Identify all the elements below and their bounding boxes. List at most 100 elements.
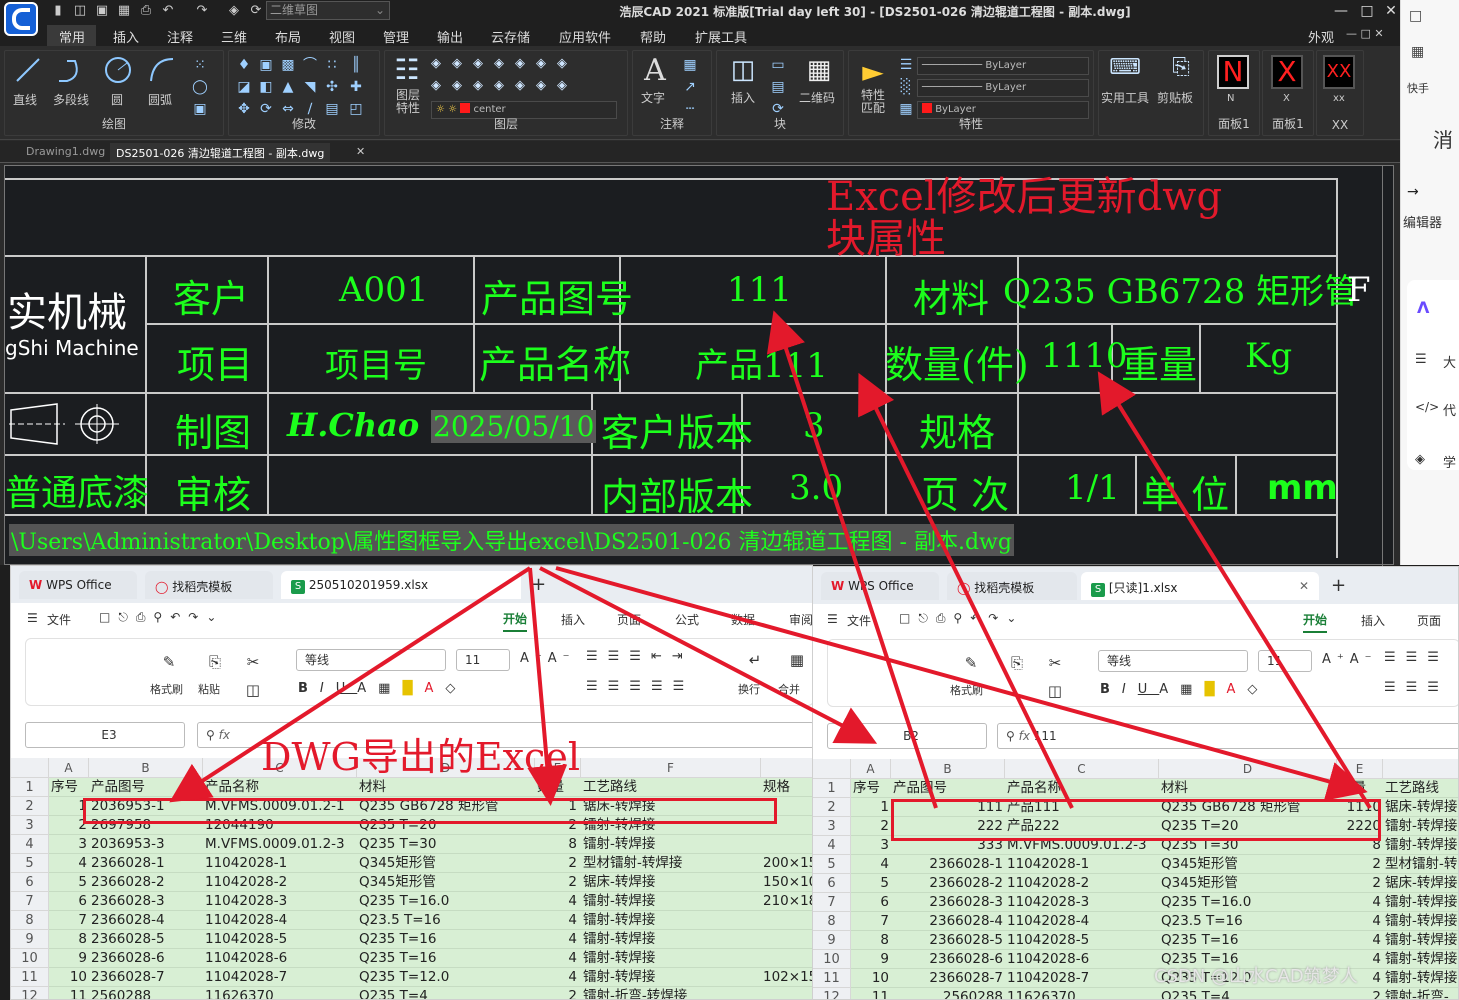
sheet-grid[interactable]: A B C D E 1 序号 产品图号 产品名称 材料 数量 工艺路线 2 1 111 产品111 Q…: [813, 759, 1458, 999]
table-cell[interactable]: M.VFMS.0009.01.2-3: [205, 835, 355, 854]
clipboard-icon[interactable]: ⎘: [1163, 55, 1199, 80]
menu-insert[interactable]: 插入: [113, 27, 139, 46]
menu-review[interactable]: 审阅: [789, 611, 812, 628]
grid-icon[interactable]: ▦: [1411, 44, 1424, 60]
row-header[interactable]: 3: [813, 817, 851, 836]
text-style-icons[interactable]: BIUA▦█A◇: [1100, 682, 1269, 697]
merge-icon[interactable]: ▦: [788, 651, 806, 669]
cut-icon[interactable]: ✂: [244, 653, 262, 671]
tab-wps-office[interactable]: W WPS Office: [821, 572, 939, 600]
table-cell[interactable]: 11042028-2: [1007, 874, 1157, 893]
table-cell[interactable]: 11: [51, 987, 87, 999]
size-select[interactable]: 11: [1258, 650, 1312, 672]
table-cell[interactable]: 型材镭射-转: [1385, 855, 1458, 874]
col-header-a[interactable]: A: [851, 759, 891, 779]
table-cell[interactable]: 镭射-转焊接: [583, 930, 759, 949]
table-cell[interactable]: 镭射-转焊接: [583, 911, 759, 930]
table-cell[interactable]: Q345矩形管: [1161, 855, 1335, 874]
table-cell[interactable]: 8: [537, 835, 577, 854]
linetype-select[interactable]: ────────── ByLayer: [917, 79, 1089, 97]
tab-xlsx-active[interactable]: S [只读]1.xlsx ✕: [1081, 572, 1319, 600]
row-header[interactable]: 4: [11, 835, 49, 854]
table-cell[interactable]: 2366028-6: [91, 949, 203, 968]
table-cell[interactable]: 6: [853, 893, 889, 912]
mirror-icon[interactable]: ▩: [279, 57, 297, 73]
ai-logo-icon[interactable]: Λ: [1417, 298, 1429, 317]
side-item-learn[interactable]: 学: [1443, 452, 1456, 471]
workspace-select[interactable]: 二维草图 ⌄: [266, 1, 390, 20]
paste-icon[interactable]: ⎘: [206, 653, 224, 671]
table-cell[interactable]: 11042028-7: [205, 968, 355, 987]
header-cell[interactable]: 规格: [763, 778, 812, 797]
close-tab-icon[interactable]: ✕: [356, 145, 365, 158]
col-header-f[interactable]: F: [581, 758, 761, 778]
table-cell[interactable]: Q345矩形管: [359, 873, 533, 892]
table-cell[interactable]: 2: [537, 873, 577, 892]
table-cell[interactable]: 4: [51, 854, 87, 873]
table-cell[interactable]: 11042028-3: [1007, 893, 1157, 912]
table-cell[interactable]: 3: [853, 836, 889, 855]
table-cell[interactable]: 2366028-3: [893, 893, 1003, 912]
row-header[interactable]: 11: [813, 969, 851, 988]
table-cell[interactable]: 2366028-3: [91, 892, 203, 911]
table-cell[interactable]: 9: [51, 949, 87, 968]
join-icon[interactable]: ║: [347, 57, 365, 73]
table-cell[interactable]: 11042028-4: [205, 911, 355, 930]
table-cell[interactable]: 11042028-3: [205, 892, 355, 911]
table-cell[interactable]: 2366028-5: [91, 930, 203, 949]
table-cell[interactable]: Q345矩形管: [1161, 874, 1335, 893]
row-header[interactable]: 5: [813, 855, 851, 874]
menu-insert[interactable]: 插入: [561, 611, 585, 628]
format-painter-icon[interactable]: ✎: [962, 654, 980, 672]
appearance-menu[interactable]: 外观: [1308, 27, 1334, 46]
table-cell[interactable]: 11042028-7: [1007, 969, 1157, 988]
table-cell[interactable]: 11042028-4: [1007, 912, 1157, 931]
side-item-big[interactable]: 大: [1443, 352, 1456, 371]
refresh-icon[interactable]: ⟳: [248, 3, 264, 19]
line-icon[interactable]: [13, 55, 43, 85]
row-header[interactable]: 6: [813, 874, 851, 893]
table-cell[interactable]: 4: [537, 968, 577, 987]
table-cell[interactable]: Q235 T=16: [1161, 931, 1335, 950]
row-header[interactable]: 5: [11, 854, 49, 873]
minimize-button[interactable]: —: [1330, 2, 1352, 20]
side-item-code[interactable]: 代: [1443, 400, 1456, 419]
quick-tools-icon[interactable]: □⎋⎙⚲↶↷⌄: [99, 610, 224, 625]
match-props-icon[interactable]: ►: [855, 55, 891, 88]
side-item-kuaishou[interactable]: 快手: [1407, 80, 1429, 96]
table-cell[interactable]: 4: [1339, 893, 1381, 912]
table-cell[interactable]: 镭射-转焊接: [1385, 893, 1458, 912]
menu-page[interactable]: 页面: [617, 611, 641, 628]
tab-xlsx-active[interactable]: S 250510201959.xlsx: [281, 571, 521, 599]
tab-wps-office[interactable]: W WPS Office: [19, 571, 137, 599]
menu-page[interactable]: 页面: [1417, 612, 1441, 629]
col-header-b[interactable]: B: [89, 758, 203, 778]
table-cell[interactable]: 8: [51, 930, 87, 949]
copy-icon[interactable]: ◫: [1046, 682, 1064, 700]
table-cell[interactable]: 150×100: [763, 873, 812, 892]
table-cell[interactable]: 镭射-折弯-转焊接: [583, 987, 759, 999]
row-header[interactable]: 10: [11, 949, 49, 968]
row-header[interactable]: 3: [11, 816, 49, 835]
table-cell[interactable]: Q235 T=4: [1161, 988, 1335, 999]
ellipse-icon[interactable]: ◯: [191, 79, 209, 95]
hamburger-icon[interactable]: ☰: [827, 612, 838, 626]
table-cell[interactable]: 11042028-5: [205, 930, 355, 949]
table-cell[interactable]: 2366028-4: [91, 911, 203, 930]
fillet-icon[interactable]: ⌒: [301, 57, 319, 73]
table-cell[interactable]: 3: [51, 835, 87, 854]
row-header[interactable]: 7: [813, 893, 851, 912]
close-tab-icon[interactable]: ✕: [1299, 579, 1309, 593]
table-cell[interactable]: 4: [537, 892, 577, 911]
bell-icon[interactable]: □: [1409, 8, 1422, 24]
hatch-icon[interactable]: ⁙: [191, 57, 209, 73]
menu-output[interactable]: 输出: [437, 27, 463, 46]
erase-icon[interactable]: ♦: [235, 57, 253, 73]
wrap-icon[interactable]: ↵: [746, 651, 764, 669]
layer-stack-icon[interactable]: ☷: [389, 53, 425, 86]
table-cell[interactable]: 2036953-3: [91, 835, 203, 854]
align-top-icons[interactable]: ☰☰☰: [1384, 650, 1449, 665]
table-cell[interactable]: 4: [853, 855, 889, 874]
doc-tab-drawing1[interactable]: Drawing1.dwg: [20, 143, 111, 162]
table-cell[interactable]: 镭射-转焊接: [1385, 912, 1458, 931]
